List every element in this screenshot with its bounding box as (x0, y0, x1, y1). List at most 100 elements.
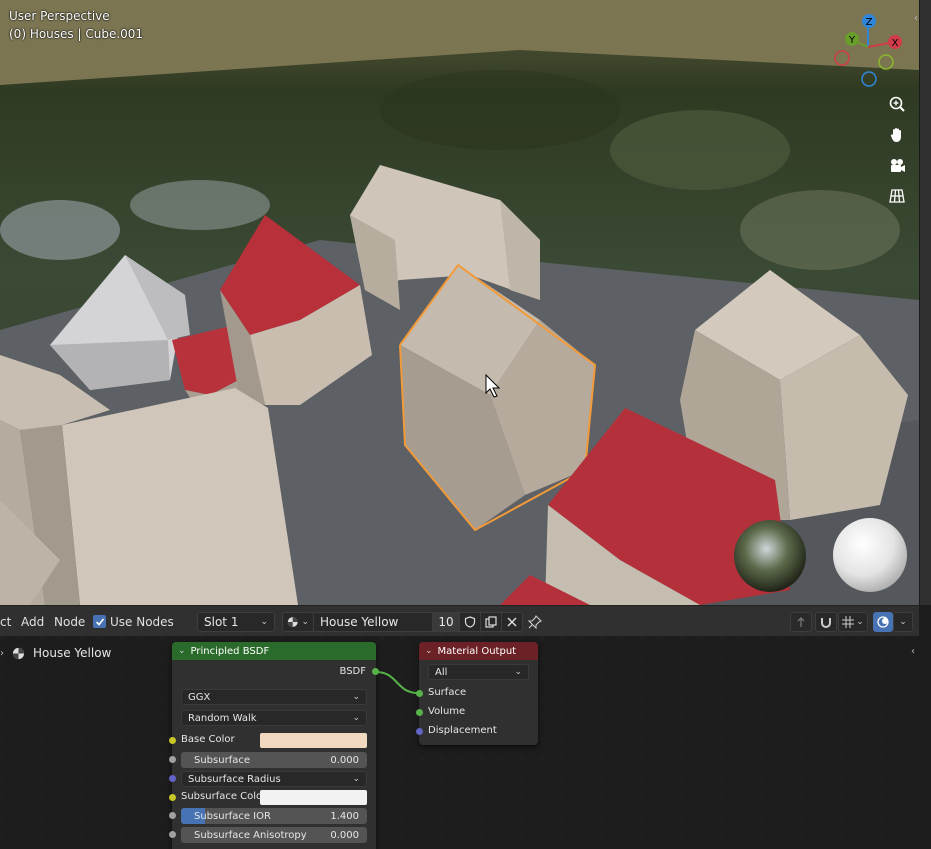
menu-select[interactable]: ct (0, 606, 11, 637)
chevron-down-icon: ⌄ (856, 617, 864, 627)
snap-element-dropdown[interactable]: ⌄ (838, 612, 868, 632)
subsurface-label: Subsurface (194, 754, 250, 766)
overlays-toggle[interactable] (873, 612, 893, 632)
navigation-gizmo[interactable]: Z Y X (830, 10, 910, 90)
chevron-down-icon[interactable]: ⌄ (425, 646, 433, 656)
zoom-icon[interactable] (884, 91, 910, 117)
checkbox-icon[interactable] (93, 615, 106, 628)
distribution-dropdown[interactable]: GGX ⌄ (181, 689, 367, 705)
surface-socket[interactable] (416, 690, 423, 697)
subsurface-field[interactable]: Subsurface 0.000 (181, 752, 367, 768)
chevron-down-icon[interactable]: ⌄ (178, 646, 186, 656)
view-name: User Perspective (9, 9, 110, 23)
material-sphere-icon (12, 647, 25, 659)
subsurface-radius-dropdown[interactable]: Subsurface Radius ⌄ (181, 771, 367, 787)
node-header[interactable]: ⌄ Material Output (419, 642, 538, 660)
camera-icon[interactable] (884, 153, 910, 179)
menu-add[interactable]: Add (21, 606, 44, 637)
displacement-input-label: Displacement (428, 725, 497, 736)
overlay-icon (877, 616, 889, 628)
subsurface-method-dropdown[interactable]: Random Walk ⌄ (181, 710, 367, 726)
hand-pan-icon[interactable] (884, 122, 910, 148)
base-color-label: Base Color (181, 734, 235, 745)
snap-toggle[interactable] (815, 612, 837, 632)
object-info: (0) Houses | Cube.001 (9, 27, 144, 41)
chevron-down-icon: ⌄ (352, 713, 360, 723)
node-editor-header: ct Add Node Use Nodes Slot 1 ⌄ ⌄ House Y… (0, 605, 919, 637)
menu-node[interactable]: Node (54, 606, 85, 637)
subsurface-radius-socket[interactable] (169, 775, 176, 782)
pin-icon[interactable] (528, 606, 542, 637)
chevron-right-icon: › (0, 647, 4, 659)
displacement-socket[interactable] (416, 728, 423, 735)
scene-render (0, 0, 919, 605)
material-sphere-icon (287, 617, 298, 627)
subsurface-anisotropy-socket[interactable] (169, 831, 176, 838)
volume-input-label: Volume (428, 706, 466, 717)
subsurface-ior-field[interactable]: Subsurface IOR 1.400 (181, 808, 367, 824)
surface-input-label: Surface (428, 687, 467, 698)
user-count-value: 10 (438, 615, 454, 629)
arrow-up-icon (797, 617, 805, 627)
node-header[interactable]: ⌄ Principled BSDF (172, 642, 376, 660)
parent-node-tree-button[interactable] (790, 612, 812, 632)
close-icon (507, 617, 517, 627)
slot-dropdown[interactable]: Slot 1 ⌄ (197, 612, 275, 632)
distribution-value: GGX (188, 691, 211, 703)
subsurface-ior-socket[interactable] (169, 812, 176, 819)
subsurface-value: 0.000 (330, 754, 359, 766)
base-color-socket[interactable] (169, 737, 176, 744)
subsurface-anisotropy-label: Subsurface Anisotropy (194, 829, 307, 841)
sidebar-toggle-icon[interactable]: ‹ (914, 13, 918, 24)
sidebar-toggle-icon[interactable]: ‹ (911, 646, 915, 657)
grid-perspective-icon[interactable] (884, 183, 910, 209)
base-color-swatch[interactable] (260, 733, 367, 748)
chevron-down-icon: ⌄ (260, 617, 268, 627)
subsurface-color-swatch[interactable] (260, 790, 367, 805)
use-nodes-label: Use Nodes (110, 614, 174, 629)
copy-icon (485, 616, 497, 628)
slot-value: Slot 1 (204, 615, 239, 629)
output-target-dropdown[interactable]: All ⌄ (428, 664, 529, 680)
subsurface-anisotropy-value: 0.000 (330, 829, 359, 841)
gizmo-y-label: Y (848, 35, 856, 46)
chevron-down-icon: ⌄ (899, 617, 907, 627)
unlink-material-button[interactable] (501, 612, 523, 632)
output-target-value: All (435, 666, 448, 678)
principled-bsdf-node[interactable]: ⌄ Principled BSDF BSDF GGX ⌄ Random Walk… (169, 642, 379, 849)
volume-socket[interactable] (416, 709, 423, 716)
overlays-dropdown[interactable]: ⌄ (893, 612, 913, 632)
material-browse-button[interactable]: ⌄ (282, 612, 314, 632)
bsdf-output-label: BSDF (339, 666, 366, 677)
chevron-down-icon: ⌄ (301, 617, 309, 627)
subsurface-socket[interactable] (169, 756, 176, 763)
duplicate-material-button[interactable] (480, 612, 502, 632)
use-nodes-toggle[interactable]: Use Nodes (93, 606, 174, 637)
subsurface-color-label: Subsurface Color (181, 791, 267, 802)
material-tree-label: House Yellow (33, 646, 112, 660)
material-output-node[interactable]: ⌄ Material Output All ⌄ Surface Volume D… (416, 642, 538, 745)
subsurface-radius-label: Subsurface Radius (188, 773, 281, 785)
chevron-down-icon: ⌄ (352, 692, 360, 702)
subsurface-ior-label: Subsurface IOR (194, 810, 271, 822)
subsurface-anisotropy-field[interactable]: Subsurface Anisotropy 0.000 (181, 827, 367, 843)
magnet-icon (821, 618, 831, 628)
node-title: Material Output (437, 645, 517, 657)
chevron-down-icon: ⌄ (352, 774, 360, 784)
material-tree-item[interactable]: › House Yellow (0, 646, 111, 660)
gizmo-x-label: X (892, 38, 899, 49)
subsurface-method-value: Random Walk (188, 712, 257, 724)
subsurface-ior-value: 1.400 (330, 810, 359, 822)
grid-snap-icon (842, 616, 855, 628)
user-count[interactable]: 10 (432, 612, 460, 632)
subsurface-color-socket[interactable] (169, 794, 176, 801)
fake-user-button[interactable] (459, 612, 481, 632)
3d-viewport[interactable]: User Perspective (0) Houses | Cube.001 Z… (0, 0, 919, 605)
shield-icon (464, 616, 476, 628)
node-editor-canvas[interactable]: › House Yellow ‹ ⌄ Principled BSDF BSDF … (0, 636, 919, 849)
material-name: House Yellow (320, 615, 399, 629)
bsdf-output-socket[interactable] (372, 668, 379, 675)
chevron-down-icon: ⌄ (514, 667, 522, 677)
material-name-field[interactable]: House Yellow (313, 612, 433, 632)
node-title: Principled BSDF (190, 645, 270, 657)
